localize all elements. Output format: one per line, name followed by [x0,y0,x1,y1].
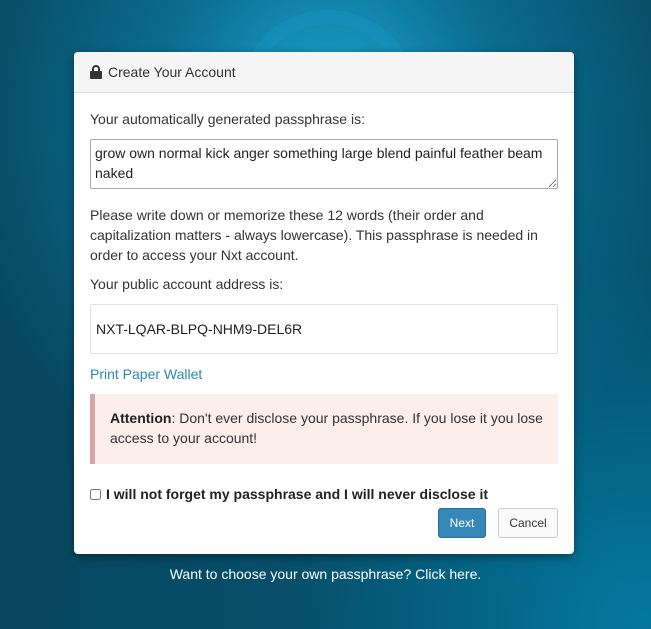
alert-text: : Don't ever disclose your passphrase. I… [110,410,543,446]
confirm-checkbox-row[interactable]: I will not forget my passphrase and I wi… [90,486,488,502]
alert-strong: Attention [110,410,172,426]
confirm-label: I will not forget my passphrase and I wi… [106,486,488,502]
passphrase-label: Your automatically generated passphrase … [90,111,365,127]
next-button[interactable]: Next [438,508,486,538]
passphrase-instructions: Please write down or memorize these 12 w… [90,207,538,263]
attention-alert: Attention: Don't ever disclose your pass… [90,394,558,464]
modal-header: Create Your Account [74,52,574,93]
print-paper-wallet-link[interactable]: Print Paper Wallet [90,366,202,382]
cancel-button[interactable]: Cancel [498,508,558,538]
modal-title: Create Your Account [108,64,236,80]
account-address-field: NXT-LQAR-BLPQ-NHM9-DEL6R [90,304,558,354]
passphrase-textarea[interactable] [90,139,558,189]
create-account-modal: Create Your Account Your automatically g… [74,52,574,554]
account-address-value: NXT-LQAR-BLPQ-NHM9-DEL6R [96,321,303,337]
lock-icon [90,65,102,79]
choose-own-passphrase-link[interactable]: Want to choose your own passphrase? Clic… [0,566,651,582]
address-label: Your public account address is: [90,276,284,292]
confirm-checkbox[interactable] [90,488,101,500]
